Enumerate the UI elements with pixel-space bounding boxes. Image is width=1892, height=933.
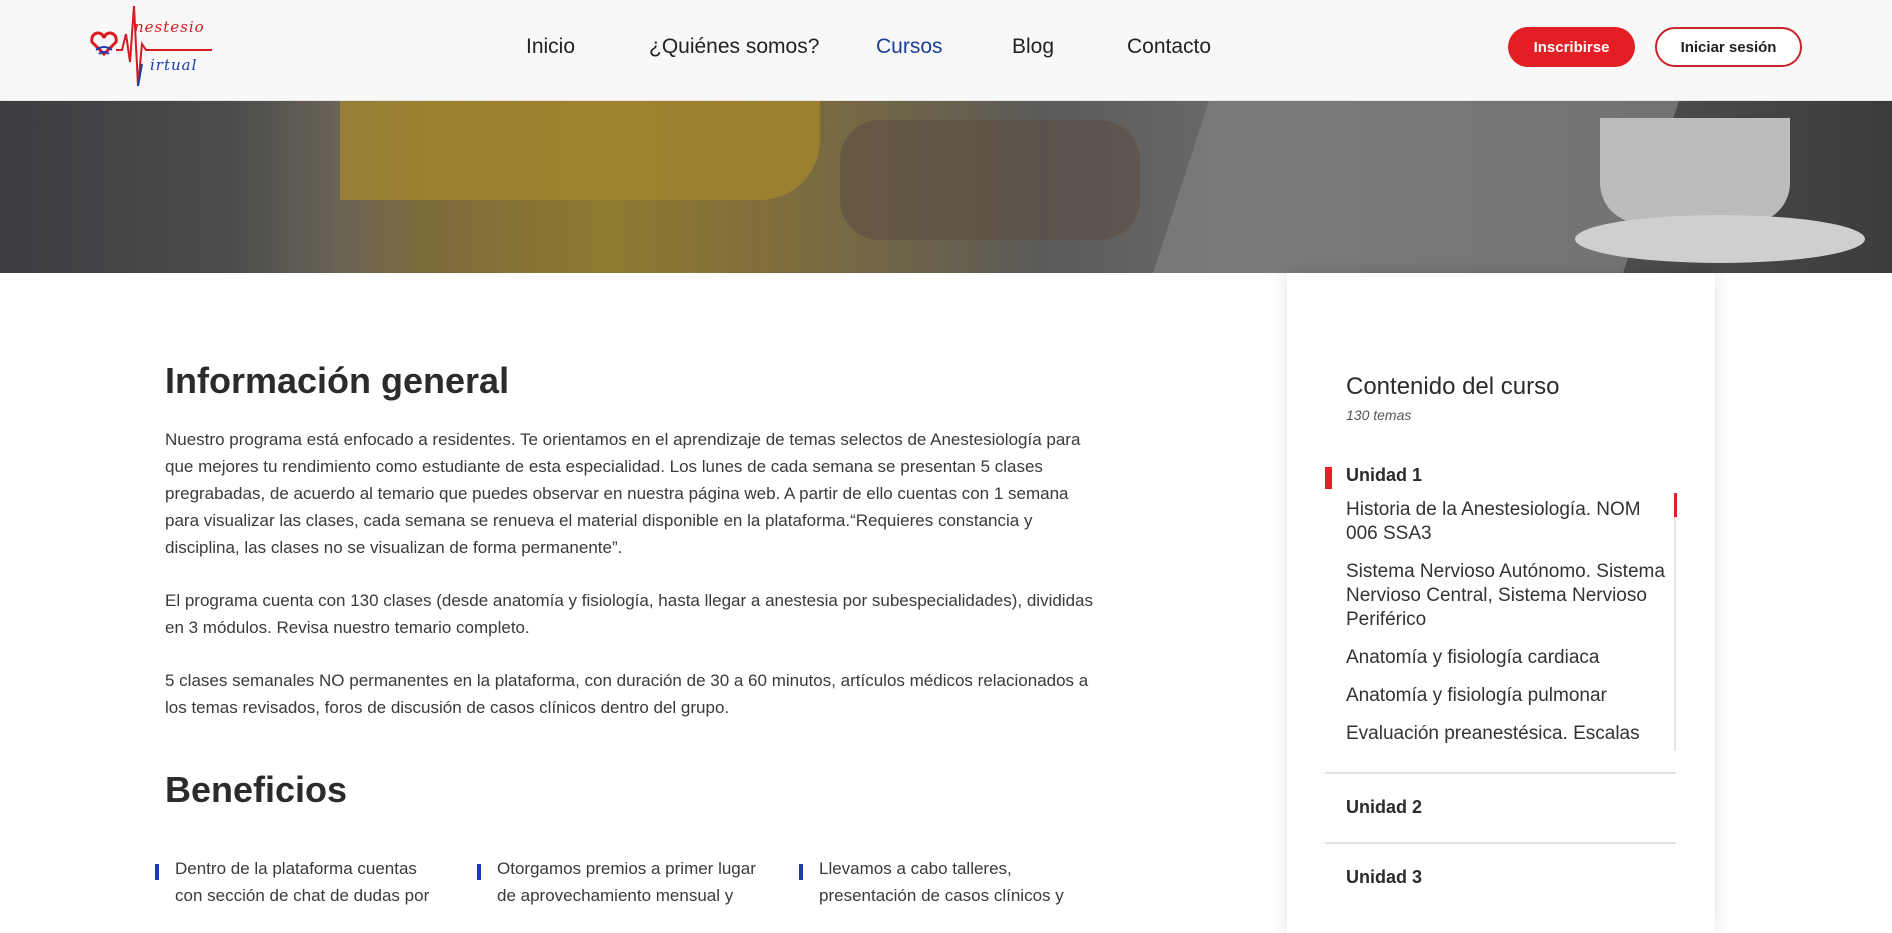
nav-item-cursos[interactable]: Cursos <box>876 35 943 59</box>
benefit-item: Dentro de la plataforma cuentas con secc… <box>155 855 445 909</box>
topic-item[interactable]: Sistema Nervioso Autónomo. Sistema Nervi… <box>1346 560 1676 632</box>
topic-item[interactable]: Anatomía y fisiología pulmonar <box>1346 684 1676 708</box>
nav-item-contacto[interactable]: Contacto <box>1127 35 1211 59</box>
nav-item-quienes-somos[interactable]: ¿Quiénes somos? <box>649 35 819 59</box>
benefits-heading: Beneficios <box>165 769 348 810</box>
benefit-item: Otorgamos premios a primer lugar de apro… <box>477 855 767 909</box>
info-heading: Información general <box>165 360 510 401</box>
topic-item[interactable]: Evaluación preanestésica. Escalas <box>1346 722 1676 746</box>
sidebar-title: Contenido del curso <box>1346 373 1560 400</box>
benefit-item: Llevamos a cabo talleres, presentación d… <box>799 855 1089 909</box>
unit-3-toggle[interactable]: Unidad 3 <box>1346 867 1422 888</box>
info-paragraph-2: El programa cuenta con 130 clases (desde… <box>165 591 1093 637</box>
active-unit-marker <box>1325 467 1332 489</box>
unit-1-topic-list: Historia de la Anestesiología. NOM 006 S… <box>1346 498 1676 760</box>
course-info-section: Información general Nuestro programa est… <box>165 360 1105 811</box>
info-paragraph-3: 5 clases semanales NO permanentes en la … <box>165 671 1089 717</box>
unit-2-toggle[interactable]: Unidad 2 <box>1346 797 1422 818</box>
course-content-sidebar: Contenido del curso 130 temas Unidad 1 H… <box>1287 273 1715 933</box>
divider <box>1325 842 1676 844</box>
heartbeat-logo-icon <box>90 5 212 87</box>
unit-1-toggle[interactable]: Unidad 1 <box>1346 465 1422 486</box>
info-paragraph-1: Nuestro programa está enfocado a residen… <box>165 430 1081 557</box>
hero-banner-image <box>0 100 1892 273</box>
nav-item-blog[interactable]: Blog <box>1012 35 1054 59</box>
nav-item-inicio[interactable]: Inicio <box>526 35 575 59</box>
topic-item[interactable]: Anatomía y fisiología cardiaca <box>1346 646 1676 670</box>
logo-text-top: nestesio <box>134 18 205 36</box>
topic-scrollbar-track[interactable] <box>1674 493 1676 751</box>
topics-count: 130 temas <box>1346 407 1412 423</box>
site-logo[interactable]: nestesio irtual <box>86 4 216 90</box>
site-header: nestesio irtual Inicio ¿Quiénes somos? C… <box>0 0 1892 101</box>
register-button[interactable]: Inscribirse <box>1508 27 1635 67</box>
topic-scrollbar-thumb[interactable] <box>1674 493 1677 517</box>
logo-text-bottom: irtual <box>150 56 198 74</box>
login-button[interactable]: Iniciar sesión <box>1655 27 1802 67</box>
topic-item[interactable]: Historia de la Anestesiología. NOM 006 S… <box>1346 498 1676 546</box>
divider <box>1325 772 1676 774</box>
